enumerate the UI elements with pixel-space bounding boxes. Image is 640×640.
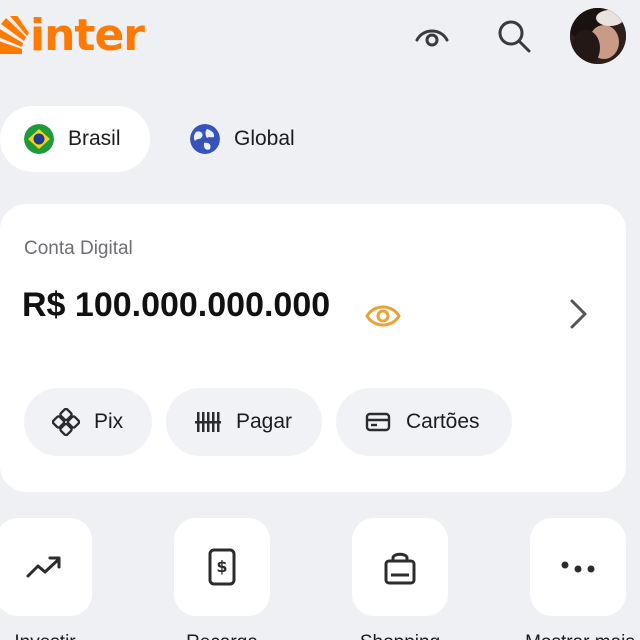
shortcut-recarga[interactable]: $ (174, 518, 270, 616)
shortcuts-row: Investir $ Recarga Shopping Mostrar mais (0, 518, 640, 640)
phone-dollar-icon: $ (208, 548, 236, 586)
account-label: Conta Digital (24, 238, 133, 259)
pix-label: Pix (94, 410, 124, 433)
logo-sun-icon (0, 16, 29, 54)
shortcut-investir[interactable] (0, 518, 92, 616)
barcode-icon (194, 408, 222, 436)
region-label: Brasil (68, 127, 121, 150)
pix-icon (52, 408, 80, 436)
pix-button[interactable]: Pix (24, 388, 152, 456)
svg-text:$: $ (216, 557, 227, 576)
chevron-right-icon[interactable] (564, 296, 592, 332)
shortcut-label: Mostrar mais (505, 632, 640, 640)
pagar-button[interactable]: Pagar (166, 388, 322, 456)
card-icon (364, 408, 392, 436)
search-button[interactable] (494, 16, 534, 56)
region-label: Global (234, 127, 295, 150)
search-icon (498, 20, 531, 53)
shortcut-label: Recarga (147, 632, 297, 640)
eye-icon (415, 29, 449, 47)
shortcut-label: Shopping (325, 632, 475, 640)
more-icon (561, 561, 595, 573)
avatar[interactable] (570, 8, 626, 64)
region-tab-global[interactable]: Global (166, 106, 319, 172)
balance-eye-icon[interactable] (364, 302, 402, 330)
shortcut-mostrar-mais[interactable] (530, 518, 626, 616)
cartoes-button[interactable]: Cartões (336, 388, 512, 456)
globe-icon (190, 124, 220, 154)
shortcut-shopping[interactable] (352, 518, 448, 616)
shopping-bag-icon (384, 552, 416, 585)
inter-logo: inter (0, 10, 145, 61)
region-tab-brasil[interactable]: Brasil (0, 106, 150, 172)
quick-actions: Pix Pagar Cartões (24, 388, 526, 456)
brazil-flag-icon (24, 124, 54, 154)
pagar-label: Pagar (236, 410, 293, 433)
logo-text: inter (30, 10, 145, 61)
shortcut-label: Investir (0, 632, 120, 640)
account-card[interactable]: Conta Digital R$ 100.000.000.000 Pix Pag… (0, 204, 626, 492)
region-toggle: Brasil Global (0, 106, 319, 172)
header: inter (0, 0, 640, 80)
cartoes-label: Cartões (406, 410, 480, 433)
balance-value: R$ 100.000.000.000 (22, 286, 331, 324)
avatar-photo (570, 8, 626, 64)
hide-values-button[interactable] (412, 16, 452, 56)
trending-up-icon (26, 556, 61, 578)
